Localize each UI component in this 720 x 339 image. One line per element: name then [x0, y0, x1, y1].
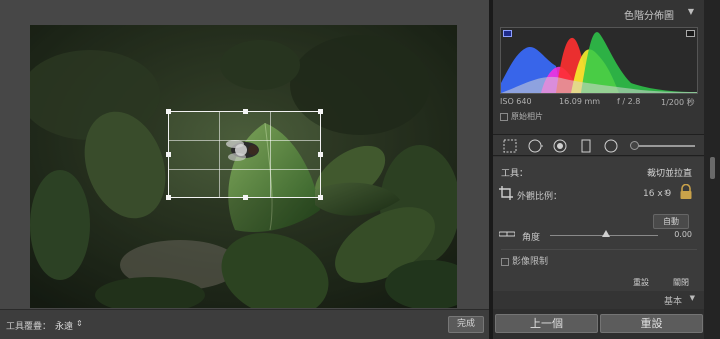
photo-canvas[interactable] — [30, 25, 457, 308]
graduated-filter-icon[interactable] — [578, 138, 594, 154]
crop-handle-left[interactable] — [166, 152, 171, 157]
basic-panel-header[interactable]: 基本 ▼ — [493, 293, 704, 307]
histogram-curves — [501, 32, 697, 93]
toolbar: 工具覆疊： 永遠 ⇕ 完成 — [0, 309, 489, 339]
auto-straighten-button[interactable]: 自動 — [653, 214, 689, 229]
reset-button[interactable]: 重設 — [600, 314, 703, 333]
aperture-value: f / 2.8 — [617, 97, 641, 106]
histogram-header[interactable]: 色階分佈圖 ▼ — [493, 0, 704, 25]
crop-handle-top-right[interactable] — [318, 109, 323, 114]
collapse-triangle-icon[interactable]: ▼ — [690, 294, 695, 302]
crop-reset-link[interactable]: 重設 — [633, 277, 649, 288]
histogram-graph[interactable] — [500, 27, 698, 94]
done-button[interactable]: 完成 — [448, 316, 484, 333]
crop-handle-bottom[interactable] — [243, 195, 248, 200]
chevron-updown-icon[interactable]: ⇕ — [663, 189, 669, 197]
highlight-clipping-indicator[interactable] — [686, 30, 695, 37]
chevron-updown-icon[interactable]: ⇕ — [76, 319, 83, 328]
tool-strip — [493, 134, 704, 156]
iso-value: ISO 640 — [500, 97, 532, 106]
original-photo-label: 原始相片 — [511, 112, 543, 121]
divider — [501, 249, 697, 250]
image-workspace: 工具覆疊： 永遠 ⇕ 完成 — [0, 0, 489, 339]
angle-slider-knob[interactable] — [602, 230, 610, 237]
level-icon[interactable] — [499, 230, 515, 238]
crop-straighten-panel: 工具： 裁切並拉直 外觀比例： 16 x 9 ⇕ 自動 角度 0.00 影像限制… — [493, 157, 704, 291]
angle-label: 角度 — [522, 233, 541, 243]
brush-slider-knob[interactable] — [630, 141, 639, 150]
constrain-checkbox[interactable] — [501, 257, 509, 266]
constrain-label: 影像限制 — [512, 257, 549, 267]
shutter-value: 1/200 秒 — [661, 98, 695, 107]
histogram-title: 色階分佈圖 — [624, 11, 674, 22]
shadow-clipping-indicator[interactable] — [503, 30, 512, 37]
panel-scrollbar[interactable] — [704, 0, 720, 339]
develop-panel: 色階分佈圖 ▼ ISO 640 16.09 mm f / 2.8 1/200 秒… — [493, 0, 704, 339]
crop-handle-bottom-right[interactable] — [318, 195, 323, 200]
original-photo-checkbox[interactable] — [500, 112, 508, 121]
crop-grid — [169, 112, 320, 197]
crop-handle-right[interactable] — [318, 152, 323, 157]
collapse-triangle-icon[interactable]: ▼ — [688, 7, 694, 16]
footer-buttons: 上一個 重設 — [493, 309, 704, 339]
original-photo-toggle[interactable]: 原始相片 — [500, 111, 543, 122]
crop-handle-top[interactable] — [243, 109, 248, 114]
angle-value[interactable]: 0.00 — [674, 230, 692, 239]
crop-handle-top-left[interactable] — [166, 109, 171, 114]
red-eye-icon[interactable] — [552, 138, 568, 154]
brush-slider-track[interactable] — [633, 145, 695, 147]
crop-rectangle[interactable] — [166, 109, 323, 200]
tool-label: 工具： — [501, 169, 529, 179]
previous-button[interactable]: 上一個 — [495, 314, 598, 333]
crop-handle-bottom-left[interactable] — [166, 195, 171, 200]
basic-panel-title: 基本 — [663, 297, 682, 307]
tool-overlay-label: 工具覆疊： — [6, 322, 52, 332]
scrollbar-thumb[interactable] — [710, 157, 715, 179]
tool-name: 裁切並拉直 — [646, 169, 692, 179]
lock-icon[interactable] — [679, 184, 693, 200]
spot-removal-icon[interactable] — [527, 138, 543, 154]
crop-close-link[interactable]: 關閉 — [673, 277, 689, 288]
aspect-ratio-label: 外觀比例： — [517, 192, 563, 202]
crop-tool-icon[interactable] — [502, 138, 518, 154]
crop-frame-icon[interactable] — [499, 186, 513, 200]
focal-length-value: 16.09 mm — [559, 97, 601, 106]
constrain-to-image-toggle[interactable]: 影像限制 — [501, 254, 548, 267]
radial-filter-icon[interactable] — [603, 138, 619, 154]
tool-overlay-select[interactable]: 永遠 — [55, 319, 73, 332]
